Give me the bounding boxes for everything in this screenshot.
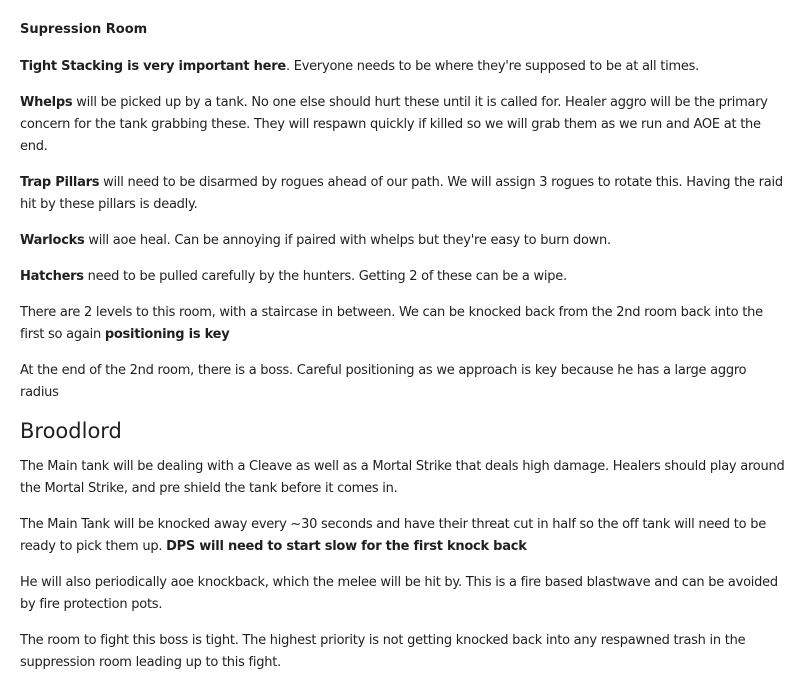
dps-slow-bold: DPS will need to start slow for the firs… — [166, 539, 527, 554]
warlocks-bold: Warlocks — [20, 233, 85, 248]
hatchers-paragraph: Hatchers need to be pulled carefully by … — [20, 266, 786, 288]
tight-room-paragraph: The room to fight this boss is tight. Th… — [20, 633, 746, 670]
whelps-bold: Whelps — [20, 95, 73, 110]
tight-stacking-paragraph: Tight Stacking is very important here. E… — [20, 56, 786, 78]
trap-pillars-paragraph: Trap Pillars will need to be disarmed by… — [20, 172, 786, 216]
knock-away-paragraph: The Main Tank will be knocked away every… — [20, 514, 786, 558]
positioning-key-bold: positioning is key — [104, 327, 230, 342]
trap-pillars-text: will need to be disarmed by rogues ahead… — [20, 175, 783, 212]
levels-paragraph: There are 2 levels to this room, with a … — [20, 302, 786, 346]
aoe-knockback-paragraph: He will also periodically aoe knockback,… — [20, 575, 778, 612]
trap-pillars-bold: Trap Pillars — [20, 175, 100, 190]
cleave-paragraph: The Main tank will be dealing with a Cle… — [20, 459, 785, 496]
document-page: Supression Room Tight Stacking is very i… — [0, 0, 800, 670]
warlocks-paragraph: Warlocks will aoe heal. Can be annoying … — [20, 230, 786, 252]
broodlord-heading: Broodlord — [20, 419, 122, 443]
hatchers-text: need to be pulled carefully by the hunte… — [83, 269, 567, 284]
whelps-text: will be picked up by a tank. No one else… — [20, 95, 768, 154]
tight-stacking-text: . Everyone needs to be where they're sup… — [285, 59, 700, 74]
hatchers-bold: Hatchers — [20, 269, 84, 284]
warlocks-text: will aoe heal. Can be annoying if paired… — [84, 233, 611, 248]
boss-approach-paragraph: At the end of the 2nd room, there is a b… — [20, 363, 747, 400]
suppression-room-heading: Supression Room — [20, 22, 148, 37]
whelps-paragraph: Whelps will be picked up by a tank. No o… — [20, 92, 786, 158]
tight-stacking-bold: Tight Stacking is very important here — [20, 59, 286, 74]
